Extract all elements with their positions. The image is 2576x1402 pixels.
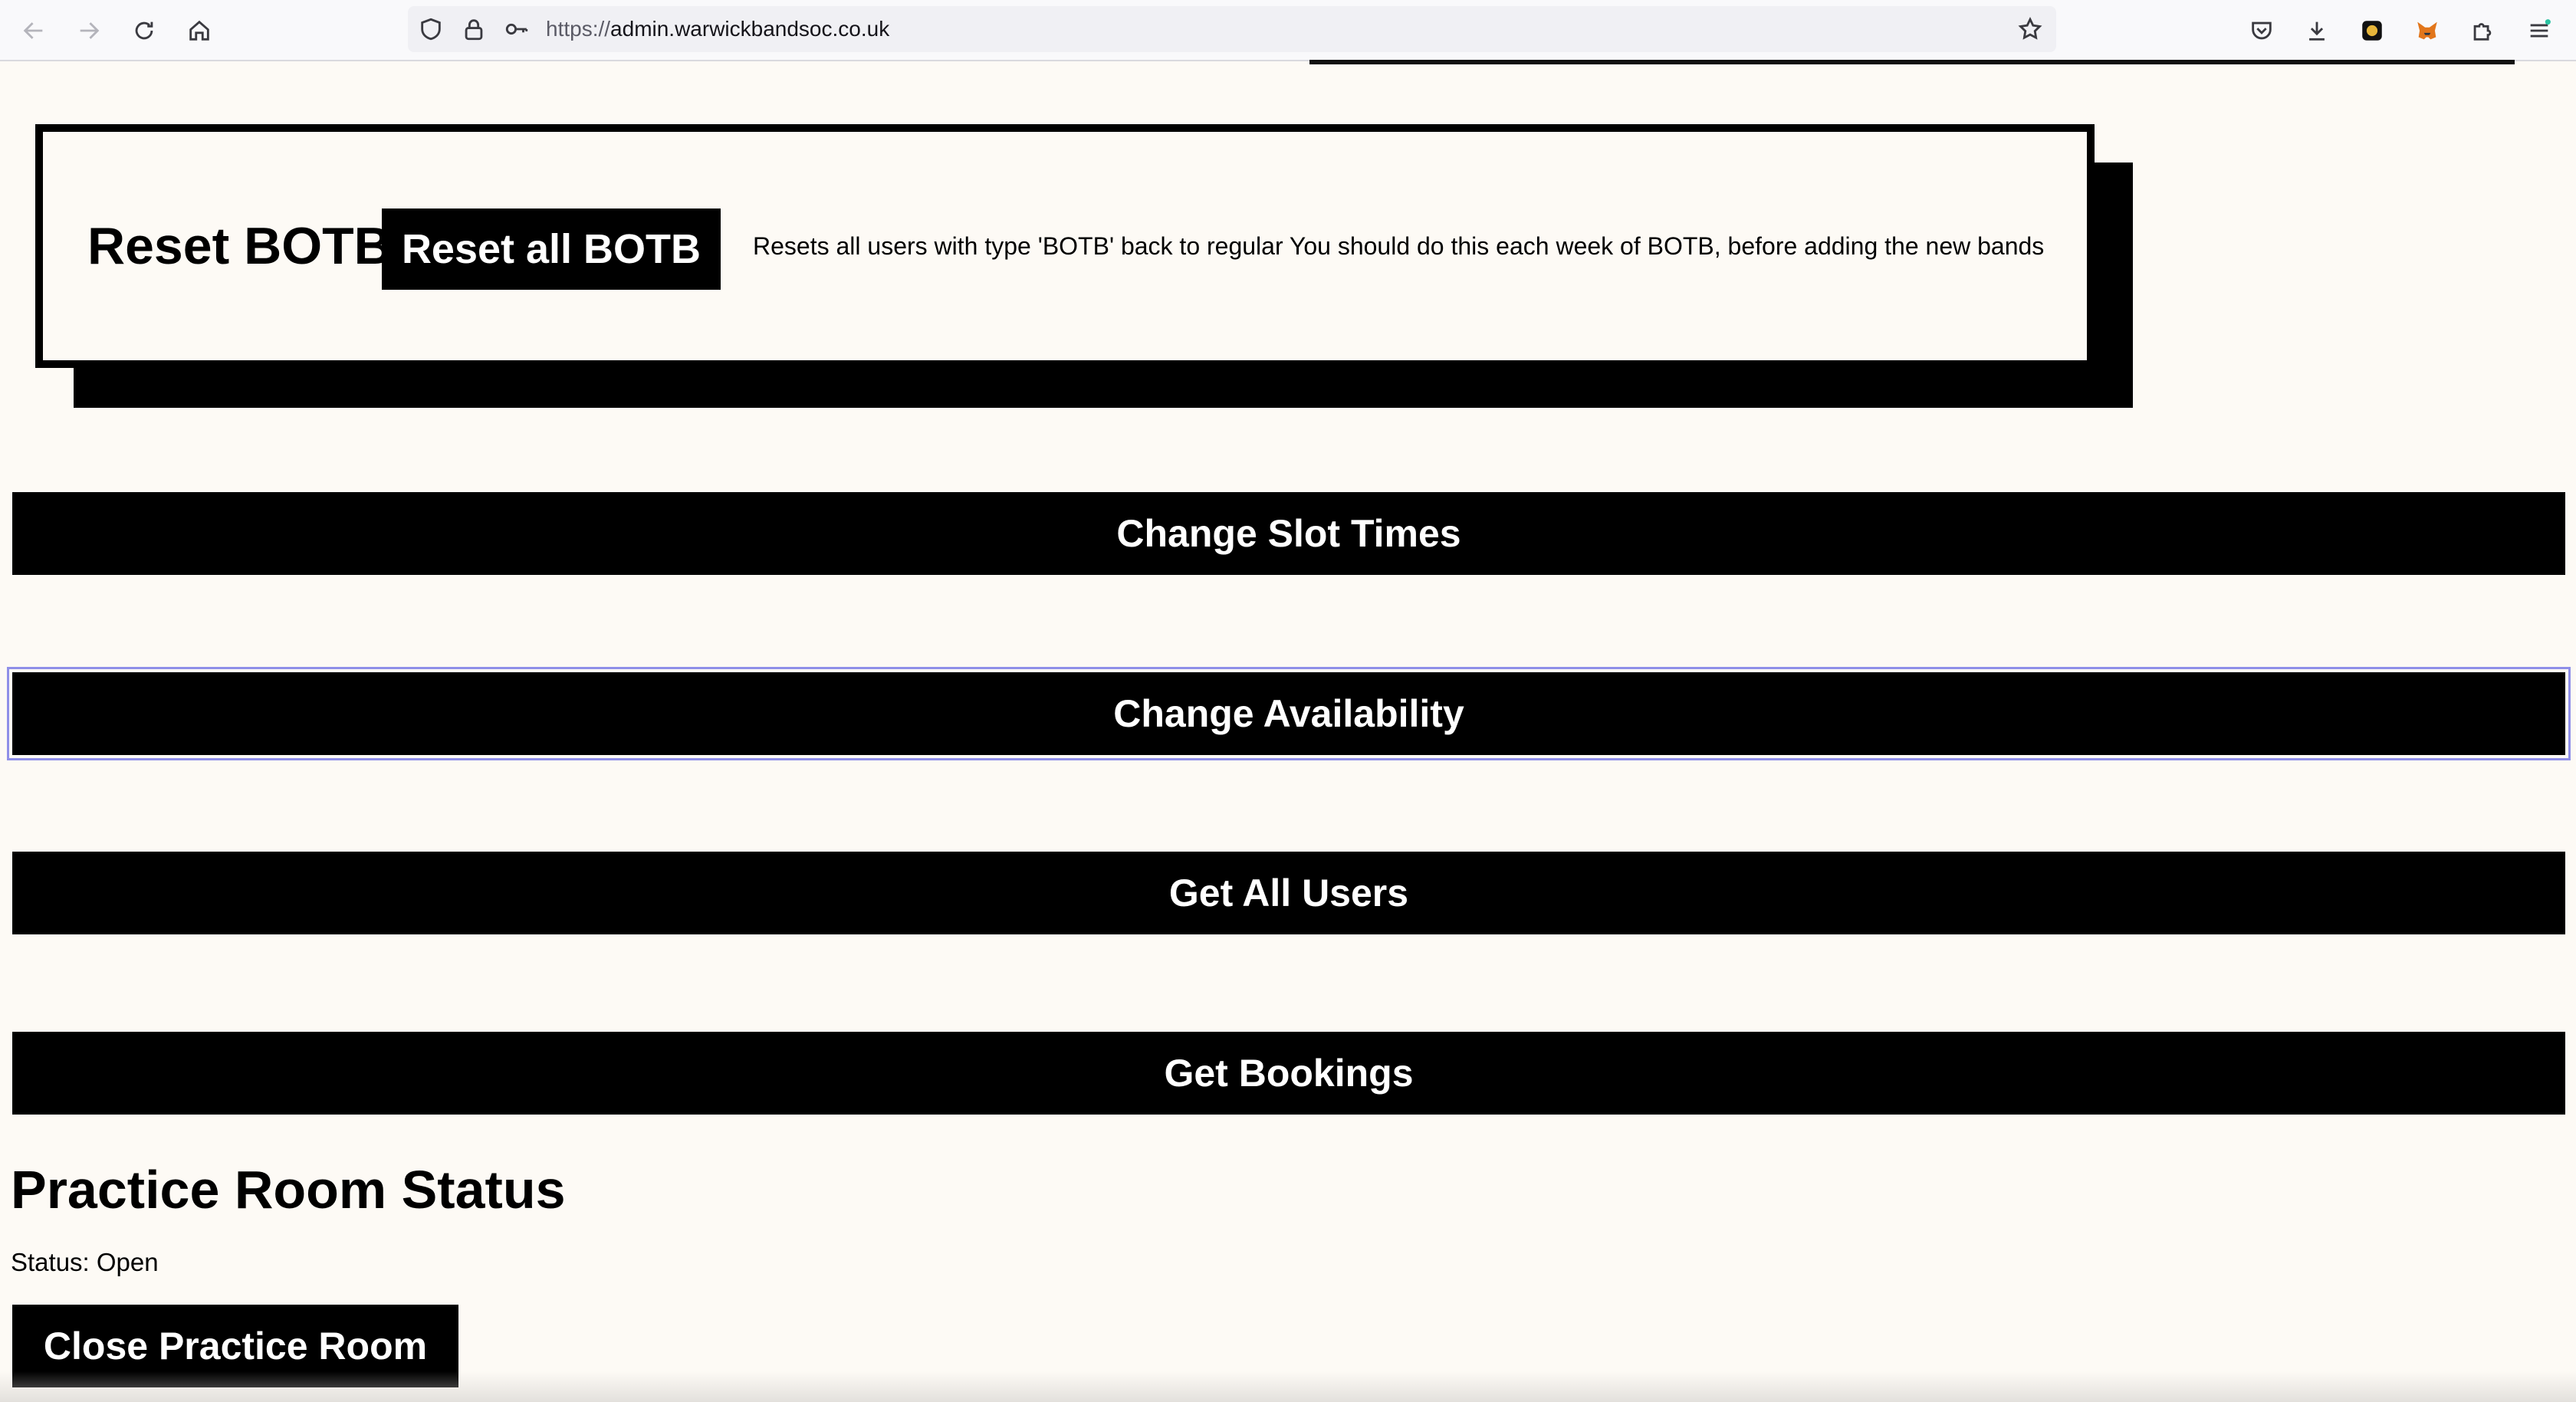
browser-toolbar: https://admin.warwickbandsoc.co.uk — [0, 0, 2576, 61]
extension-icon[interactable] — [2355, 14, 2389, 48]
close-practice-room-button[interactable]: Close Practice Room — [12, 1305, 458, 1387]
reset-botb-card: Reset BOTB Reset all BOTB Resets all use… — [35, 124, 2095, 368]
extensions-puzzle-icon[interactable] — [2466, 14, 2499, 48]
card-title: Reset BOTB — [87, 217, 392, 275]
reset-botb-description: Resets all users with type 'BOTB' back t… — [753, 232, 2045, 260]
reset-all-botb-button[interactable]: Reset all BOTB — [382, 208, 721, 290]
change-slot-times-button[interactable]: Change Slot Times — [12, 492, 2565, 575]
reload-icon[interactable] — [127, 14, 161, 48]
download-icon[interactable] — [2300, 14, 2334, 48]
forward-icon[interactable] — [72, 14, 106, 48]
menu-icon[interactable] — [2522, 14, 2556, 48]
url-host: admin.warwickbandsoc.co.uk — [610, 17, 890, 41]
practice-room-status: Status: Open — [11, 1248, 159, 1276]
metamask-fox-icon[interactable] — [2410, 14, 2444, 48]
pocket-icon[interactable] — [2245, 14, 2279, 48]
bookmark-star-icon[interactable] — [2013, 12, 2047, 46]
url-bar[interactable]: https://admin.warwickbandsoc.co.uk — [408, 6, 2056, 52]
shield-icon[interactable] — [414, 12, 448, 46]
key-icon[interactable] — [500, 12, 534, 46]
back-icon[interactable] — [17, 14, 51, 48]
practice-room-heading: Practice Room Status — [11, 1160, 566, 1220]
url-protocol: https:// — [546, 17, 611, 41]
change-availability-button[interactable]: Change Availability — [7, 667, 2571, 760]
get-all-users-button[interactable]: Get All Users — [12, 852, 2565, 934]
home-icon[interactable] — [182, 14, 216, 48]
url-text[interactable]: https://admin.warwickbandsoc.co.uk — [546, 6, 889, 52]
get-bookings-button[interactable]: Get Bookings — [12, 1032, 2565, 1115]
divider — [1309, 60, 2515, 64]
lock-icon[interactable] — [457, 12, 491, 46]
